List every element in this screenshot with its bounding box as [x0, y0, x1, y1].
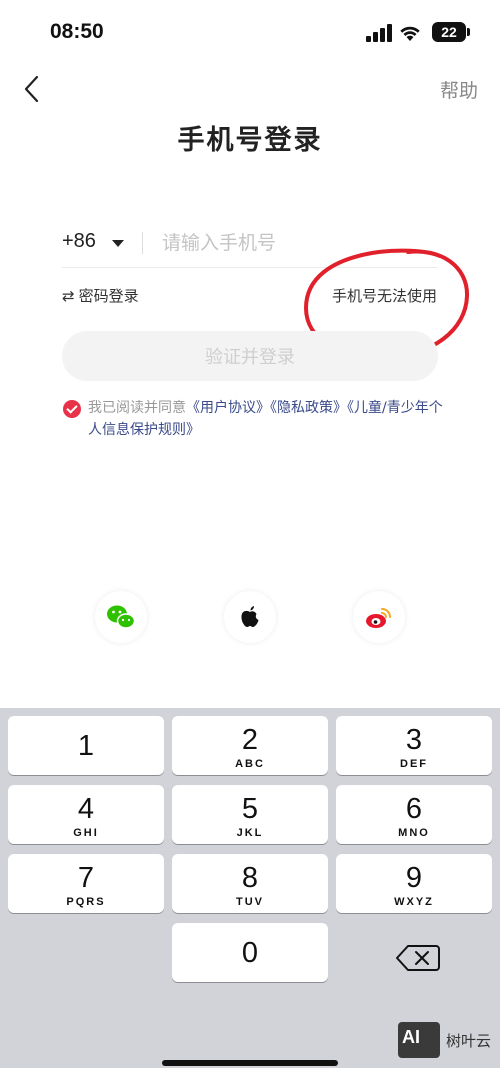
agreement-prefix: 我已阅读并同意	[88, 400, 186, 416]
backspace-icon[interactable]	[392, 938, 444, 978]
key-letters: MNO	[398, 827, 430, 839]
key-letters: GHI	[73, 827, 99, 839]
caret-down-icon[interactable]	[112, 240, 124, 247]
wechat-login-button[interactable]	[95, 591, 147, 643]
weibo-login-button[interactable]	[353, 591, 405, 643]
numeric-keyboard: 1 2 ABC 3 DEF 4 GHI 5 JKL 6 MNO 7 PQRS 8 TUV 9 W…	[0, 708, 500, 1068]
key-digit: 1	[77, 730, 95, 762]
cellular-signal-icon	[366, 24, 392, 42]
phone-input-row: +86	[62, 220, 438, 268]
agreement-checkbox[interactable]	[63, 400, 81, 418]
key-letters: JKL	[236, 827, 264, 839]
wechat-icon	[107, 605, 136, 629]
watermark-text: 树叶云	[446, 1032, 492, 1050]
key-digit: 0	[241, 937, 259, 969]
key-letters: ABC	[235, 758, 265, 770]
key-digit: 7	[77, 862, 95, 894]
privacy-policy-link[interactable]: 《隐私政策》	[270, 400, 347, 416]
phone-number-input[interactable]	[162, 226, 432, 260]
key-9[interactable]: 9 WXYZ	[336, 854, 492, 913]
key-digit: 2	[241, 724, 259, 756]
key-7[interactable]: 7 PQRS	[8, 854, 164, 913]
wifi-icon	[400, 26, 420, 41]
verify-login-button[interactable]: 验证并登录	[62, 331, 438, 381]
key-4[interactable]: 4 GHI	[8, 785, 164, 844]
battery-indicator: 22	[432, 22, 466, 42]
key-digit: 5	[241, 793, 259, 825]
weibo-icon	[366, 608, 391, 628]
key-digit: 3	[405, 724, 423, 756]
key-letters: PQRS	[66, 896, 106, 908]
status-time: 08:50	[50, 20, 104, 43]
battery-tip	[467, 28, 470, 36]
key-1[interactable]: 1	[8, 716, 164, 775]
key-8[interactable]: 8 TUV	[172, 854, 328, 913]
key-letters: DEF	[400, 758, 428, 770]
key-2[interactable]: 2 ABC	[172, 716, 328, 775]
page-title: 手机号登录	[177, 125, 323, 156]
password-login-link[interactable]: ⇄ 密码登录	[62, 285, 139, 306]
watermark: AI 树叶云	[398, 1022, 498, 1060]
key-digit: 6	[405, 793, 423, 825]
password-login-label: 密码登录	[78, 287, 139, 305]
key-0[interactable]: 0	[172, 923, 328, 982]
apple-login-button[interactable]	[224, 591, 276, 643]
phone-unavailable-link[interactable]: 手机号无法使用	[332, 285, 437, 306]
key-5[interactable]: 5 JKL	[172, 785, 328, 844]
key-digit: 8	[241, 862, 259, 894]
home-indicator	[162, 1060, 338, 1066]
key-6[interactable]: 6 MNO	[336, 785, 492, 844]
swap-arrows-icon: ⇄	[62, 287, 75, 305]
status-bar: 08:50 22	[0, 0, 500, 64]
apple-icon	[241, 606, 259, 627]
agreement-text: 我已阅读并同意《用户协议》《隐私政策》《儿童/青少年个人信息保护规则》	[88, 397, 448, 441]
back-arrow-icon[interactable]	[18, 72, 48, 106]
key-digit: 9	[405, 862, 423, 894]
watermark-logo: AI	[398, 1022, 440, 1058]
key-digit: 4	[77, 793, 95, 825]
user-agreement-link[interactable]: 《用户协议》	[186, 400, 270, 416]
country-code-selector[interactable]: +86	[62, 230, 96, 253]
key-letters: WXYZ	[394, 896, 434, 908]
key-3[interactable]: 3 DEF	[336, 716, 492, 775]
key-letters: TUV	[236, 896, 264, 908]
input-divider	[142, 232, 143, 254]
help-link[interactable]: 帮助	[440, 76, 478, 103]
